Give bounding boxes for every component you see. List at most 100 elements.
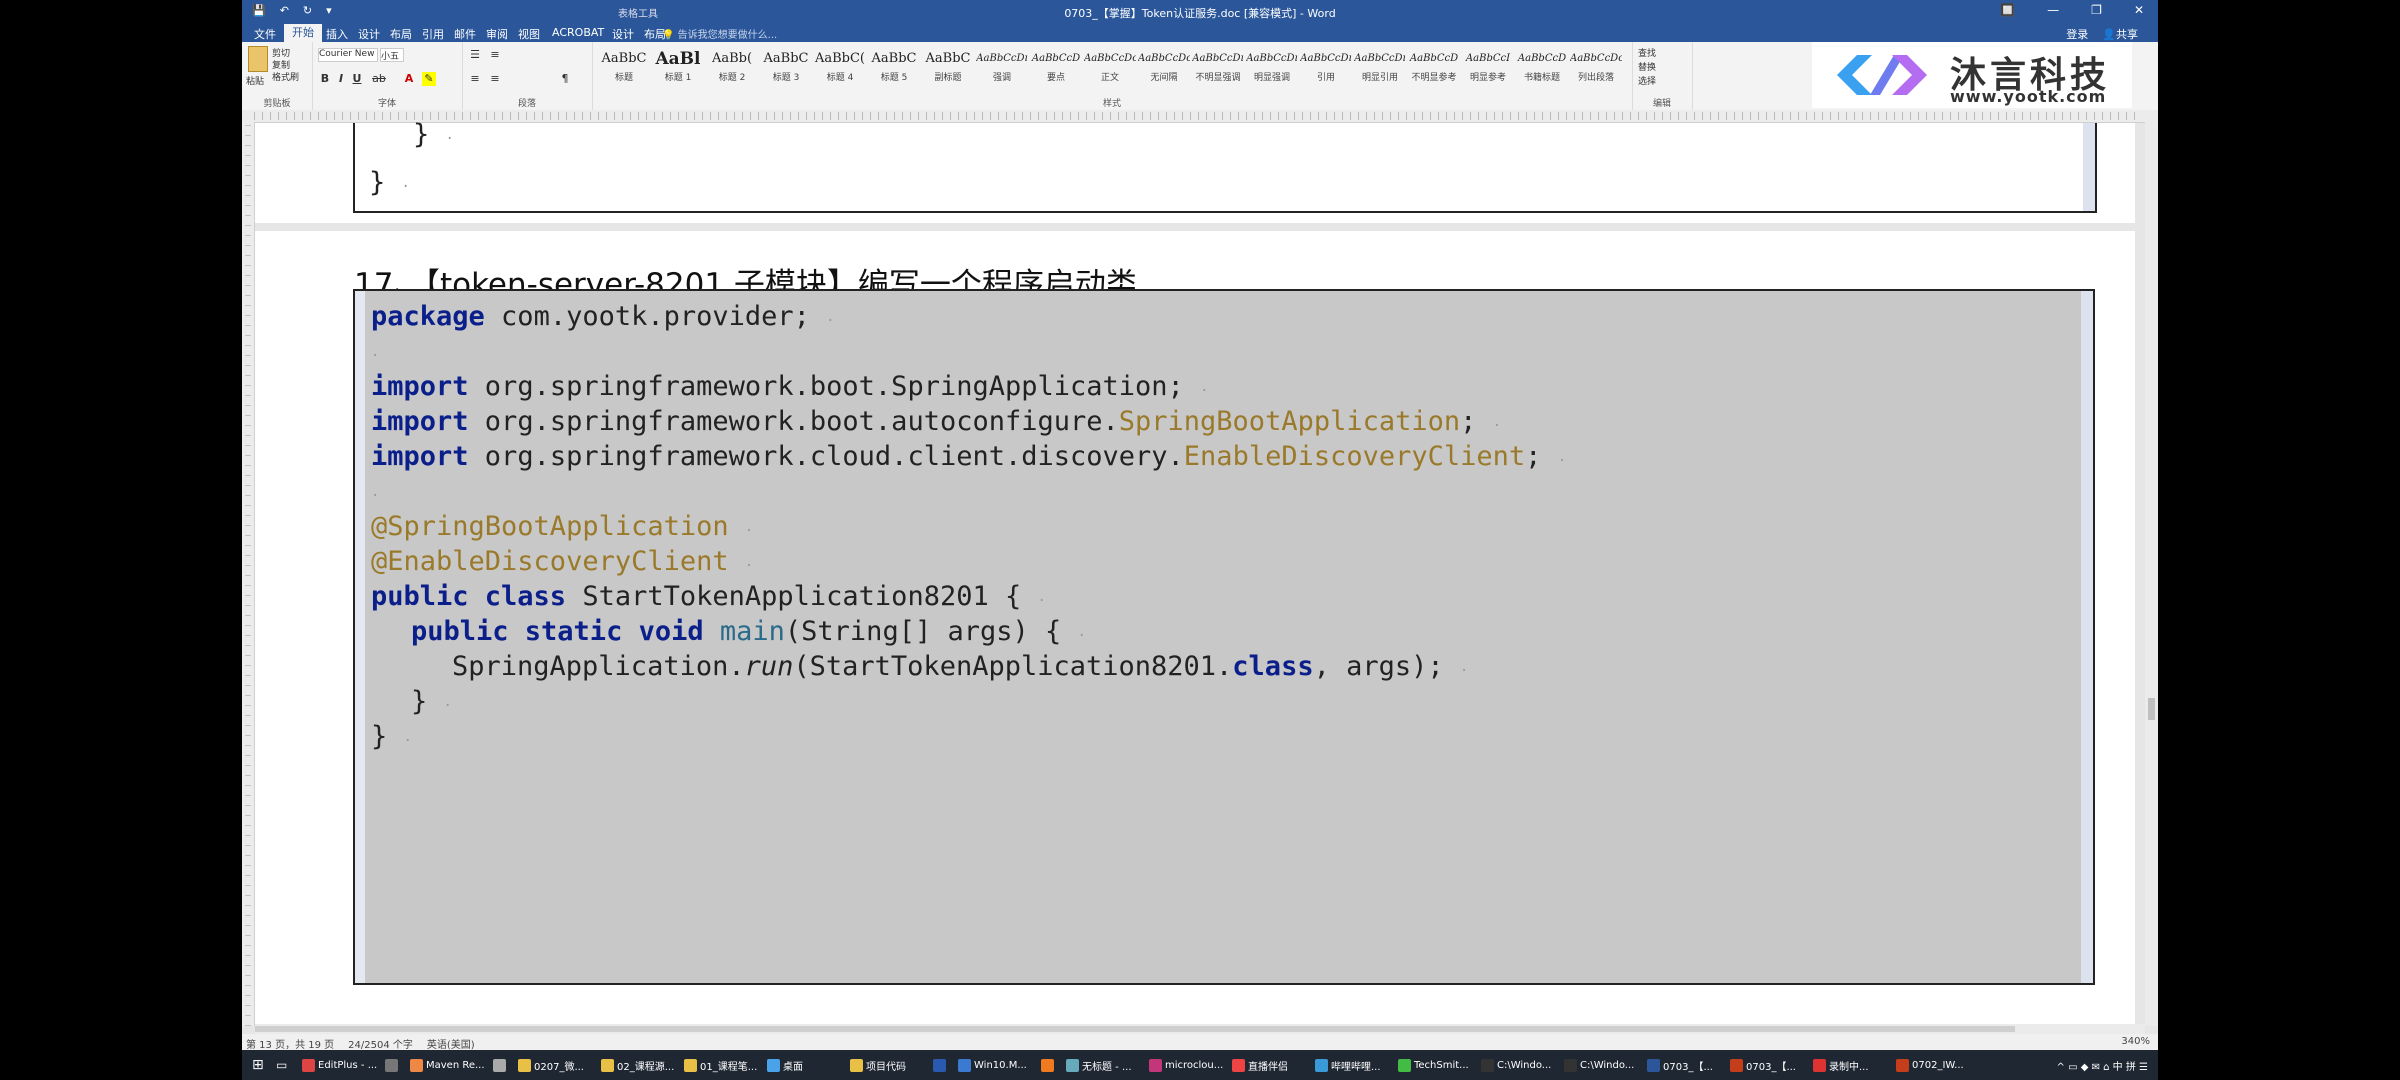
style-gallery-item[interactable]: AaBbCcDc 正文 [1084, 48, 1136, 92]
tab-layout[interactable]: 布局 [390, 26, 412, 42]
taskbar-app-button[interactable] [493, 1057, 506, 1073]
close-button[interactable]: ✕ [2134, 3, 2144, 17]
taskbar-app-button[interactable]: 02_课程源... [601, 1057, 674, 1073]
tab-design[interactable]: 设计 [358, 26, 380, 42]
restore-button[interactable]: ❐ [2091, 3, 2102, 17]
highlight-icon[interactable]: ✎ [422, 72, 436, 86]
page-count[interactable]: 第 13 页，共 19 页 [246, 1036, 334, 1051]
taskbar-app-button[interactable] [385, 1057, 398, 1073]
align-left-icon[interactable]: ≡ [468, 72, 482, 86]
style-preview: AaBbCcDı [1246, 53, 1298, 64]
font-color-icon[interactable]: A [402, 72, 416, 86]
tab-view[interactable]: 视图 [518, 26, 540, 42]
scroll-thumb[interactable] [2148, 698, 2155, 720]
taskbar-app-button[interactable]: 直播伴侣 [1232, 1057, 1288, 1073]
minimize-button[interactable]: — [2047, 3, 2059, 17]
taskbar-app-button[interactable]: 01_课程笔... [684, 1057, 757, 1073]
vertical-ruler[interactable] [242, 122, 255, 1026]
select-button[interactable]: 选择 [1638, 74, 1656, 87]
style-gallery-item[interactable]: AaBb(标题 2 [706, 48, 758, 92]
hscroll-thumb[interactable] [255, 1026, 2015, 1032]
style-gallery-item[interactable]: AaBbC(标题 4 [814, 48, 866, 92]
style-gallery-item[interactable]: AaBbC 标题 3 [760, 48, 812, 92]
tab-mailings[interactable]: 邮件 [454, 26, 476, 42]
taskbar-app-button[interactable]: TechSmit... [1398, 1057, 1469, 1073]
taskbar-app-button[interactable]: 桌面 [767, 1057, 803, 1073]
taskbar-app-button[interactable]: 0703_【... [1647, 1057, 1713, 1073]
tab-review[interactable]: 审阅 [486, 26, 508, 42]
tab-home[interactable]: 开始 [284, 24, 322, 42]
underline-icon[interactable]: U [350, 72, 364, 86]
style-gallery-item[interactable]: AaBbCcDı 不明显强调 [1192, 48, 1244, 92]
style-gallery-item[interactable]: AaBbCcDc 列出段落 [1570, 48, 1622, 92]
style-gallery-item[interactable]: AaBbCcD 书籍标题 [1516, 48, 1568, 92]
bold-icon[interactable]: B [318, 72, 332, 86]
language[interactable]: 英语(美国) [427, 1036, 475, 1051]
style-gallery-item[interactable]: AaBbCcDı 明显引用 [1354, 48, 1406, 92]
italic-icon[interactable]: I [334, 72, 348, 86]
vertical-scrollbar[interactable] [2145, 122, 2158, 1026]
word-count[interactable]: 24/2504 个字 [348, 1036, 413, 1051]
login-link[interactable]: 登录 [2066, 26, 2088, 42]
taskbar-app-button[interactable]: Win10.M... [958, 1057, 1027, 1073]
style-gallery-item[interactable]: AaBbCcI 明显参考 [1462, 48, 1514, 92]
style-gallery-item[interactable]: AaBbC 标题 5 [868, 48, 920, 92]
style-name: 标题 2 [718, 73, 746, 83]
align-center-icon[interactable]: ≡ [488, 72, 502, 86]
style-gallery-item[interactable]: AaBbC 副标题 [922, 48, 974, 92]
tab-references[interactable]: 引用 [422, 26, 444, 42]
font-name-select[interactable]: Courier New [318, 48, 378, 62]
style-gallery-item[interactable]: AaBbCcDc 无间隔 [1138, 48, 1190, 92]
replace-button[interactable]: 替换 [1638, 60, 1656, 73]
tab-acrobat[interactable]: ACROBAT [552, 26, 604, 39]
taskbar-app-button[interactable]: 哔哩哔哩... [1315, 1057, 1381, 1073]
taskbar-app-button[interactable] [1041, 1057, 1054, 1073]
style-gallery-item[interactable]: AaBbCcDı 引用 [1300, 48, 1352, 92]
taskbar-app-button[interactable]: C:\Windo... [1481, 1057, 1551, 1073]
horizontal-ruler[interactable] [242, 110, 2158, 123]
keyword: import [371, 441, 469, 472]
task-view-icon[interactable]: ▭ [276, 1057, 287, 1073]
taskbar-app-button[interactable]: EditPlus - ... [302, 1057, 377, 1073]
tab-table-design[interactable]: 设计 [612, 26, 634, 42]
style-gallery-item[interactable]: AaBbC 标题 [598, 48, 650, 92]
horizontal-scrollbar[interactable] [255, 1024, 2145, 1034]
bullets-icon[interactable]: ☰ [468, 48, 482, 62]
show-marks-icon[interactable]: ¶ [558, 72, 572, 86]
taskbar-app-button[interactable]: 0703_【... [1730, 1057, 1796, 1073]
tell-me-search[interactable]: 💡 告诉我您想要做什么... [662, 26, 777, 41]
taskbar-app-button[interactable]: 无标题 - ... [1066, 1057, 1132, 1073]
taskbar-app-button[interactable]: 0207_微... [518, 1057, 584, 1073]
zoom-level[interactable]: 340% [2121, 1036, 2150, 1047]
ribbon-display-icon[interactable]: 🔲 [2000, 3, 2015, 17]
taskbar-app-button[interactable]: microclou... [1149, 1057, 1223, 1073]
document-canvas[interactable]: } · } · 17、【token-server-8201 子模块】编写一个程序… [255, 119, 2145, 1031]
numbering-icon[interactable]: ≡ [488, 48, 502, 62]
paste-icon[interactable] [248, 46, 268, 72]
system-tray[interactable]: ^ ▭ ◆ ✉ ⌂ 中 拼 ☰ [2057, 1058, 2148, 1073]
find-button[interactable]: 查找 [1638, 46, 1656, 59]
taskbar-app-button[interactable]: 录制中... [1813, 1057, 1869, 1073]
annotation-type: EnableDiscoveryClient [1183, 441, 1526, 472]
style-gallery-item[interactable]: AaBbCcDı 明显强调 [1246, 48, 1298, 92]
tab-file[interactable]: 文件 [254, 26, 276, 42]
tab-insert[interactable]: 插入 [326, 26, 348, 42]
strikethrough-icon[interactable]: ab [372, 72, 386, 86]
taskbar-app-button[interactable]: Maven Re... [410, 1057, 485, 1073]
style-gallery-item[interactable]: AaBbCcD 不明显参考 [1408, 48, 1460, 92]
taskbar-app-button[interactable]: 项目代码 [850, 1057, 906, 1073]
style-name: 正文 [1100, 73, 1119, 83]
style-gallery-item[interactable]: AaBbCcDı 强调 [976, 48, 1028, 92]
taskbar-app-button[interactable] [933, 1057, 946, 1073]
style-gallery-item[interactable]: AaBl 标题 1 [652, 48, 704, 92]
paste-label[interactable]: 粘贴 [246, 74, 264, 87]
font-size-select[interactable]: 小五 [380, 48, 404, 62]
taskbar-app-button[interactable]: 0702_IW... [1896, 1057, 1964, 1073]
style-gallery-item[interactable]: AaBbCcD 要点 [1030, 48, 1082, 92]
format-painter-button[interactable]: 格式刷 [272, 70, 299, 83]
share-button[interactable]: 👤共享 [2102, 26, 2138, 42]
code-block[interactable]: package com.yootk.provider; · · import o… [353, 289, 2095, 985]
taskbar-app-button[interactable]: C:\Windo... [1564, 1057, 1634, 1073]
windows-start-icon[interactable]: ⊞ [252, 1057, 264, 1073]
style-name: 标题 5 [880, 73, 908, 83]
